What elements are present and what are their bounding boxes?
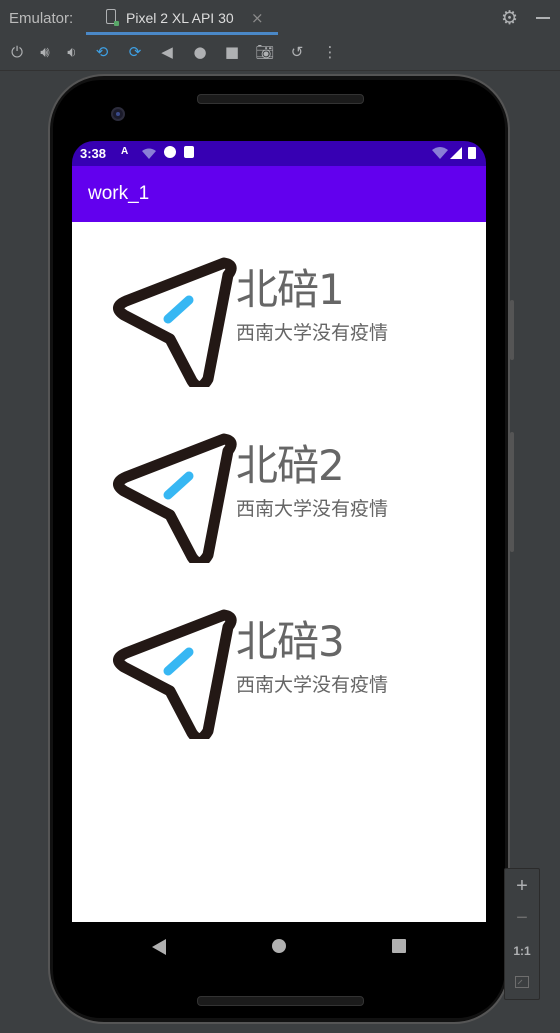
navigation-bar [72, 922, 486, 970]
nav-home-icon[interactable] [272, 939, 286, 953]
fit-screen-icon[interactable] [505, 975, 539, 993]
device-screen: 3:38 A work_1 北碚1 西南大学没有疫情 北碚2 西南大学没有疫情 … [72, 141, 486, 970]
speaker-bottom [197, 996, 364, 1006]
home-icon[interactable]: ● [189, 41, 211, 63]
item-title: 北碚3 [236, 617, 345, 666]
gear-icon[interactable]: ⚙ [501, 7, 518, 29]
emulator-tab-bar [0, 0, 560, 37]
app-bar: work_1 [72, 166, 486, 222]
nav-back-icon[interactable] [152, 939, 166, 955]
tab-close-icon[interactable]: × [251, 9, 264, 27]
speaker-top [197, 94, 364, 104]
battery-icon [468, 147, 476, 159]
item-subtitle: 西南大学没有疫情 [236, 498, 389, 520]
status-time: 3:38 [80, 146, 107, 161]
send-arrow-icon [113, 609, 237, 739]
status-bar: 3:38 A [72, 141, 486, 166]
volume-down-icon[interactable]: 🔉︎ [61, 41, 83, 63]
power-side-button[interactable] [510, 300, 514, 360]
zoom-out-button[interactable]: − [505, 907, 539, 930]
snapshot-icon[interactable]: ↺ [286, 41, 308, 63]
sd-card-icon [184, 146, 194, 158]
zoom-panel: + − 1:1 [504, 868, 540, 1000]
rotate-left-icon[interactable]: ⟲ [91, 41, 113, 63]
item-title: 北碚1 [236, 265, 345, 314]
send-arrow-icon [113, 257, 237, 387]
emulator-label: Emulator: [9, 10, 74, 27]
volume-side-button[interactable] [510, 432, 514, 552]
data-saver-icon [164, 146, 176, 158]
signal-icon [450, 147, 462, 159]
send-arrow-icon [113, 433, 237, 563]
list-item[interactable]: 北碚2 西南大学没有疫情 [72, 406, 486, 563]
notification-a-icon: A [121, 146, 129, 157]
screenshot-icon[interactable]: 📷︎ [254, 41, 276, 63]
front-camera [111, 107, 125, 121]
item-subtitle: 西南大学没有疫情 [236, 674, 389, 696]
list-content: 北碚1 西南大学没有疫情 北碚2 西南大学没有疫情 北碚3 西南大学没有疫情 [72, 222, 486, 922]
wifi-question-icon [142, 147, 156, 159]
device-tab-title[interactable]: Pixel 2 XL API 30 [126, 10, 234, 26]
device-phone-icon [106, 9, 119, 26]
list-item[interactable]: 北碚3 西南大学没有疫情 [72, 582, 486, 739]
nav-recents-icon[interactable] [392, 939, 406, 953]
system-status-icons [432, 146, 478, 163]
rotate-right-icon[interactable]: ⟳ [124, 41, 146, 63]
more-icon[interactable]: ⋮ [319, 41, 341, 63]
app-title: work_1 [88, 183, 150, 204]
back-icon[interactable]: ◀ [156, 41, 178, 63]
zoom-actual-size-button[interactable]: 1:1 [505, 944, 539, 958]
volume-up-icon[interactable]: 🔊︎ [34, 41, 56, 63]
minimize-icon[interactable] [536, 17, 550, 19]
list-item[interactable]: 北碚1 西南大学没有疫情 [72, 230, 486, 387]
overview-icon[interactable]: ■ [221, 41, 243, 63]
item-title: 北碚2 [236, 441, 345, 490]
zoom-in-button[interactable]: + [505, 875, 539, 898]
wifi-icon [432, 147, 448, 159]
item-subtitle: 西南大学没有疫情 [236, 322, 389, 344]
power-icon[interactable]: ⏻ [6, 41, 28, 63]
emulator-toolbar [0, 36, 560, 71]
